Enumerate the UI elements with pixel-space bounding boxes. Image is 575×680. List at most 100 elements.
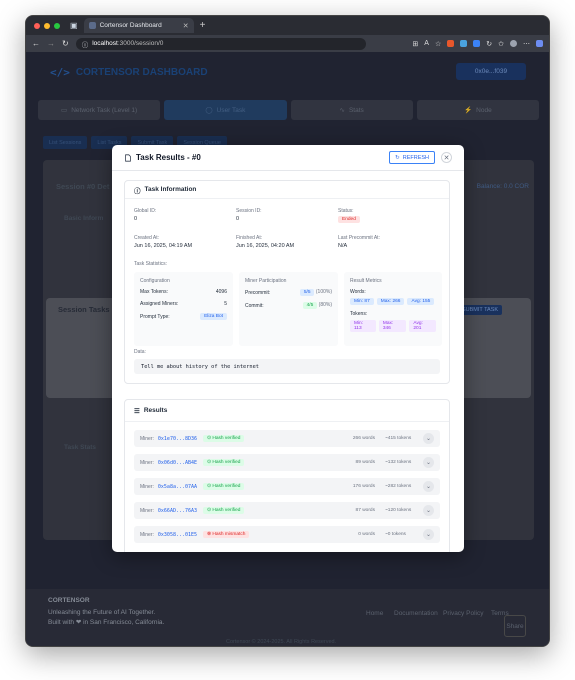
- close-tab-icon[interactable]: ✕: [183, 22, 189, 30]
- token-count: ~282 tokens: [385, 484, 412, 489]
- menu-icon[interactable]: ⋯: [523, 40, 530, 48]
- words-max-badge: Max: 266: [376, 298, 405, 305]
- maximize-window-button[interactable]: [54, 22, 60, 29]
- words-min-badge: Min: 87: [350, 298, 374, 305]
- result-row[interactable]: Miner: 0x5a8a...07AA ⊙ Hash verified 176…: [134, 478, 440, 495]
- result-row[interactable]: Miner: 0x06d0...AB4E ⊙ Hash verified 89 …: [134, 454, 440, 471]
- last-precommit-label: Last Precommit At:: [338, 235, 380, 241]
- tokens-min-badge: Min: 113: [350, 320, 376, 332]
- browser-tab-bar: ▣ Cortensor Dashboard ✕ +: [26, 16, 549, 35]
- last-precommit-value: N/A: [338, 243, 348, 249]
- favorites-icon[interactable]: ✩: [498, 40, 504, 48]
- result-row[interactable]: Miner: 0x1e70...8D36 ⊙ Hash verified 266…: [134, 430, 440, 447]
- close-icon: ✕: [443, 154, 450, 162]
- tokens-max-badge: Max: 346: [378, 320, 407, 332]
- miner-address: 0x66AD...76A3: [157, 507, 198, 514]
- sidebar-icon[interactable]: ▣: [70, 21, 78, 30]
- participation-title: Miner Participation: [245, 278, 287, 284]
- chevron-down-icon[interactable]: ⌄: [423, 481, 434, 492]
- url-field[interactable]: ⓘ localhost:3000/session/0: [75, 37, 366, 50]
- chevron-down-icon[interactable]: ⌄: [423, 457, 434, 468]
- hash-status-badge: ⊙ Hash verified: [203, 483, 245, 490]
- tokens-label: Tokens:: [350, 311, 368, 317]
- copilot-icon[interactable]: [536, 40, 543, 47]
- miner-label: Miner:: [140, 483, 154, 490]
- finished-value: Jun 16, 2025, 04:20 AM: [236, 243, 295, 249]
- result-row[interactable]: Miner: 0x3058...01E5 ⊗ Hash mismatch 0 w…: [134, 526, 440, 543]
- miner-address: 0x3058...01E5: [157, 531, 198, 538]
- hash-status-text: Hash verified: [212, 460, 241, 465]
- extension-icon[interactable]: [473, 40, 481, 47]
- commit-label: Commit:: [245, 302, 264, 309]
- modal-title: Task Results - #0: [124, 153, 201, 162]
- document-icon: [124, 153, 132, 162]
- favicon-icon: [88, 22, 96, 29]
- words-avg-badge: Avg: 155: [407, 298, 435, 305]
- reload-icon[interactable]: ↻: [62, 39, 69, 48]
- modal-body[interactable]: ⓘ Task Information Global ID: 0 Session I…: [112, 171, 464, 552]
- hash-status-text: Hash mismatch: [212, 532, 246, 537]
- commit-percent: (80%): [318, 302, 332, 308]
- word-count: 176 words: [352, 484, 375, 489]
- token-count: ~132 tokens: [385, 460, 412, 465]
- hash-status-badge: ⊙ Hash verified: [203, 459, 245, 466]
- url-path: :3000/session/0: [117, 40, 164, 47]
- hash-status-text: Hash verified: [212, 484, 241, 489]
- miner-label: Miner:: [140, 507, 154, 514]
- results-title: Results: [143, 407, 168, 414]
- status-badge: Ended: [338, 216, 360, 223]
- configuration-box: Configuration Max Tokens: 4096 Assigned M…: [134, 272, 233, 346]
- words-label: Words:: [350, 289, 366, 295]
- results-header: ☰ Results: [125, 400, 449, 422]
- task-info-title: Task Information: [144, 186, 197, 193]
- word-count: 89 words: [355, 460, 375, 465]
- translate-icon[interactable]: A: [424, 40, 429, 47]
- max-tokens-value: 4096: [215, 289, 227, 295]
- tokens-avg-badge: Avg: 201: [409, 320, 436, 332]
- refresh-button[interactable]: ↻ REFRESH: [389, 151, 435, 164]
- forward-icon[interactable]: →: [47, 39, 55, 48]
- miner-participation-box: Miner Participation Precommit: 5/5 (100%)…: [239, 272, 338, 346]
- metrics-title: Result Metrics: [350, 278, 382, 284]
- task-results-modal: Task Results - #0 ↻ REFRESH ✕ ⓘ Task Inf…: [112, 145, 464, 552]
- word-count: 266 words: [352, 436, 375, 441]
- miner-label: Miner:: [140, 459, 154, 466]
- word-count: 0 words: [358, 532, 375, 537]
- result-row[interactable]: Miner: 0x66AD...76A3 ⊙ Hash verified 87 …: [134, 502, 440, 519]
- info-row-2: Created At: Jun 16, 2025, 04:19 AM Finish…: [134, 235, 440, 249]
- miner-address: 0x1e70...8D36: [157, 435, 198, 442]
- created-label: Created At:: [134, 235, 160, 241]
- extension-icon[interactable]: [460, 40, 468, 47]
- minimize-window-button[interactable]: [44, 22, 50, 29]
- extension-icon[interactable]: [447, 40, 455, 47]
- profile-icon[interactable]: [510, 40, 517, 47]
- new-tab-button[interactable]: +: [200, 20, 206, 31]
- back-icon[interactable]: ←: [32, 39, 40, 48]
- info-row-1: Global ID: 0 Session ID: 0 Status: Ended: [134, 208, 440, 223]
- info-icon[interactable]: ⓘ: [82, 39, 89, 49]
- close-window-button[interactable]: [34, 22, 40, 29]
- reader-icon[interactable]: ⊞: [412, 40, 418, 48]
- chevron-down-icon[interactable]: ⌄: [423, 433, 434, 444]
- chevron-down-icon[interactable]: ⌄: [423, 505, 434, 516]
- modal-header: Task Results - #0 ↻ REFRESH ✕: [112, 145, 464, 171]
- finished-label: Finished At:: [236, 235, 263, 241]
- miner-label: Miner:: [140, 531, 154, 538]
- session-id-label: Session ID:: [236, 208, 262, 214]
- token-count: ~120 tokens: [385, 508, 412, 513]
- global-id-label: Global ID:: [134, 208, 157, 214]
- refresh-ext-icon[interactable]: ↻: [486, 40, 492, 48]
- browser-tab[interactable]: Cortensor Dashboard ✕: [83, 18, 194, 33]
- created-value: Jun 16, 2025, 04:19 AM: [134, 243, 193, 249]
- prompt-data: Tell me about history of the internet: [134, 359, 440, 374]
- star-icon[interactable]: ☆: [435, 40, 441, 48]
- chevron-down-icon[interactable]: ⌄: [423, 529, 434, 540]
- close-modal-button[interactable]: ✕: [441, 152, 452, 163]
- miner-address: 0x5a8a...07AA: [157, 483, 198, 490]
- status-label: Status:: [338, 208, 354, 214]
- result-metrics-box: Result Metrics Words: Min: 87 Max: 266 A…: [344, 272, 442, 346]
- refresh-icon: ↻: [395, 154, 400, 161]
- max-tokens-label: Max Tokens:: [140, 289, 168, 295]
- miner-label: Miner:: [140, 435, 154, 442]
- precommit-badge: 5/5: [299, 289, 315, 296]
